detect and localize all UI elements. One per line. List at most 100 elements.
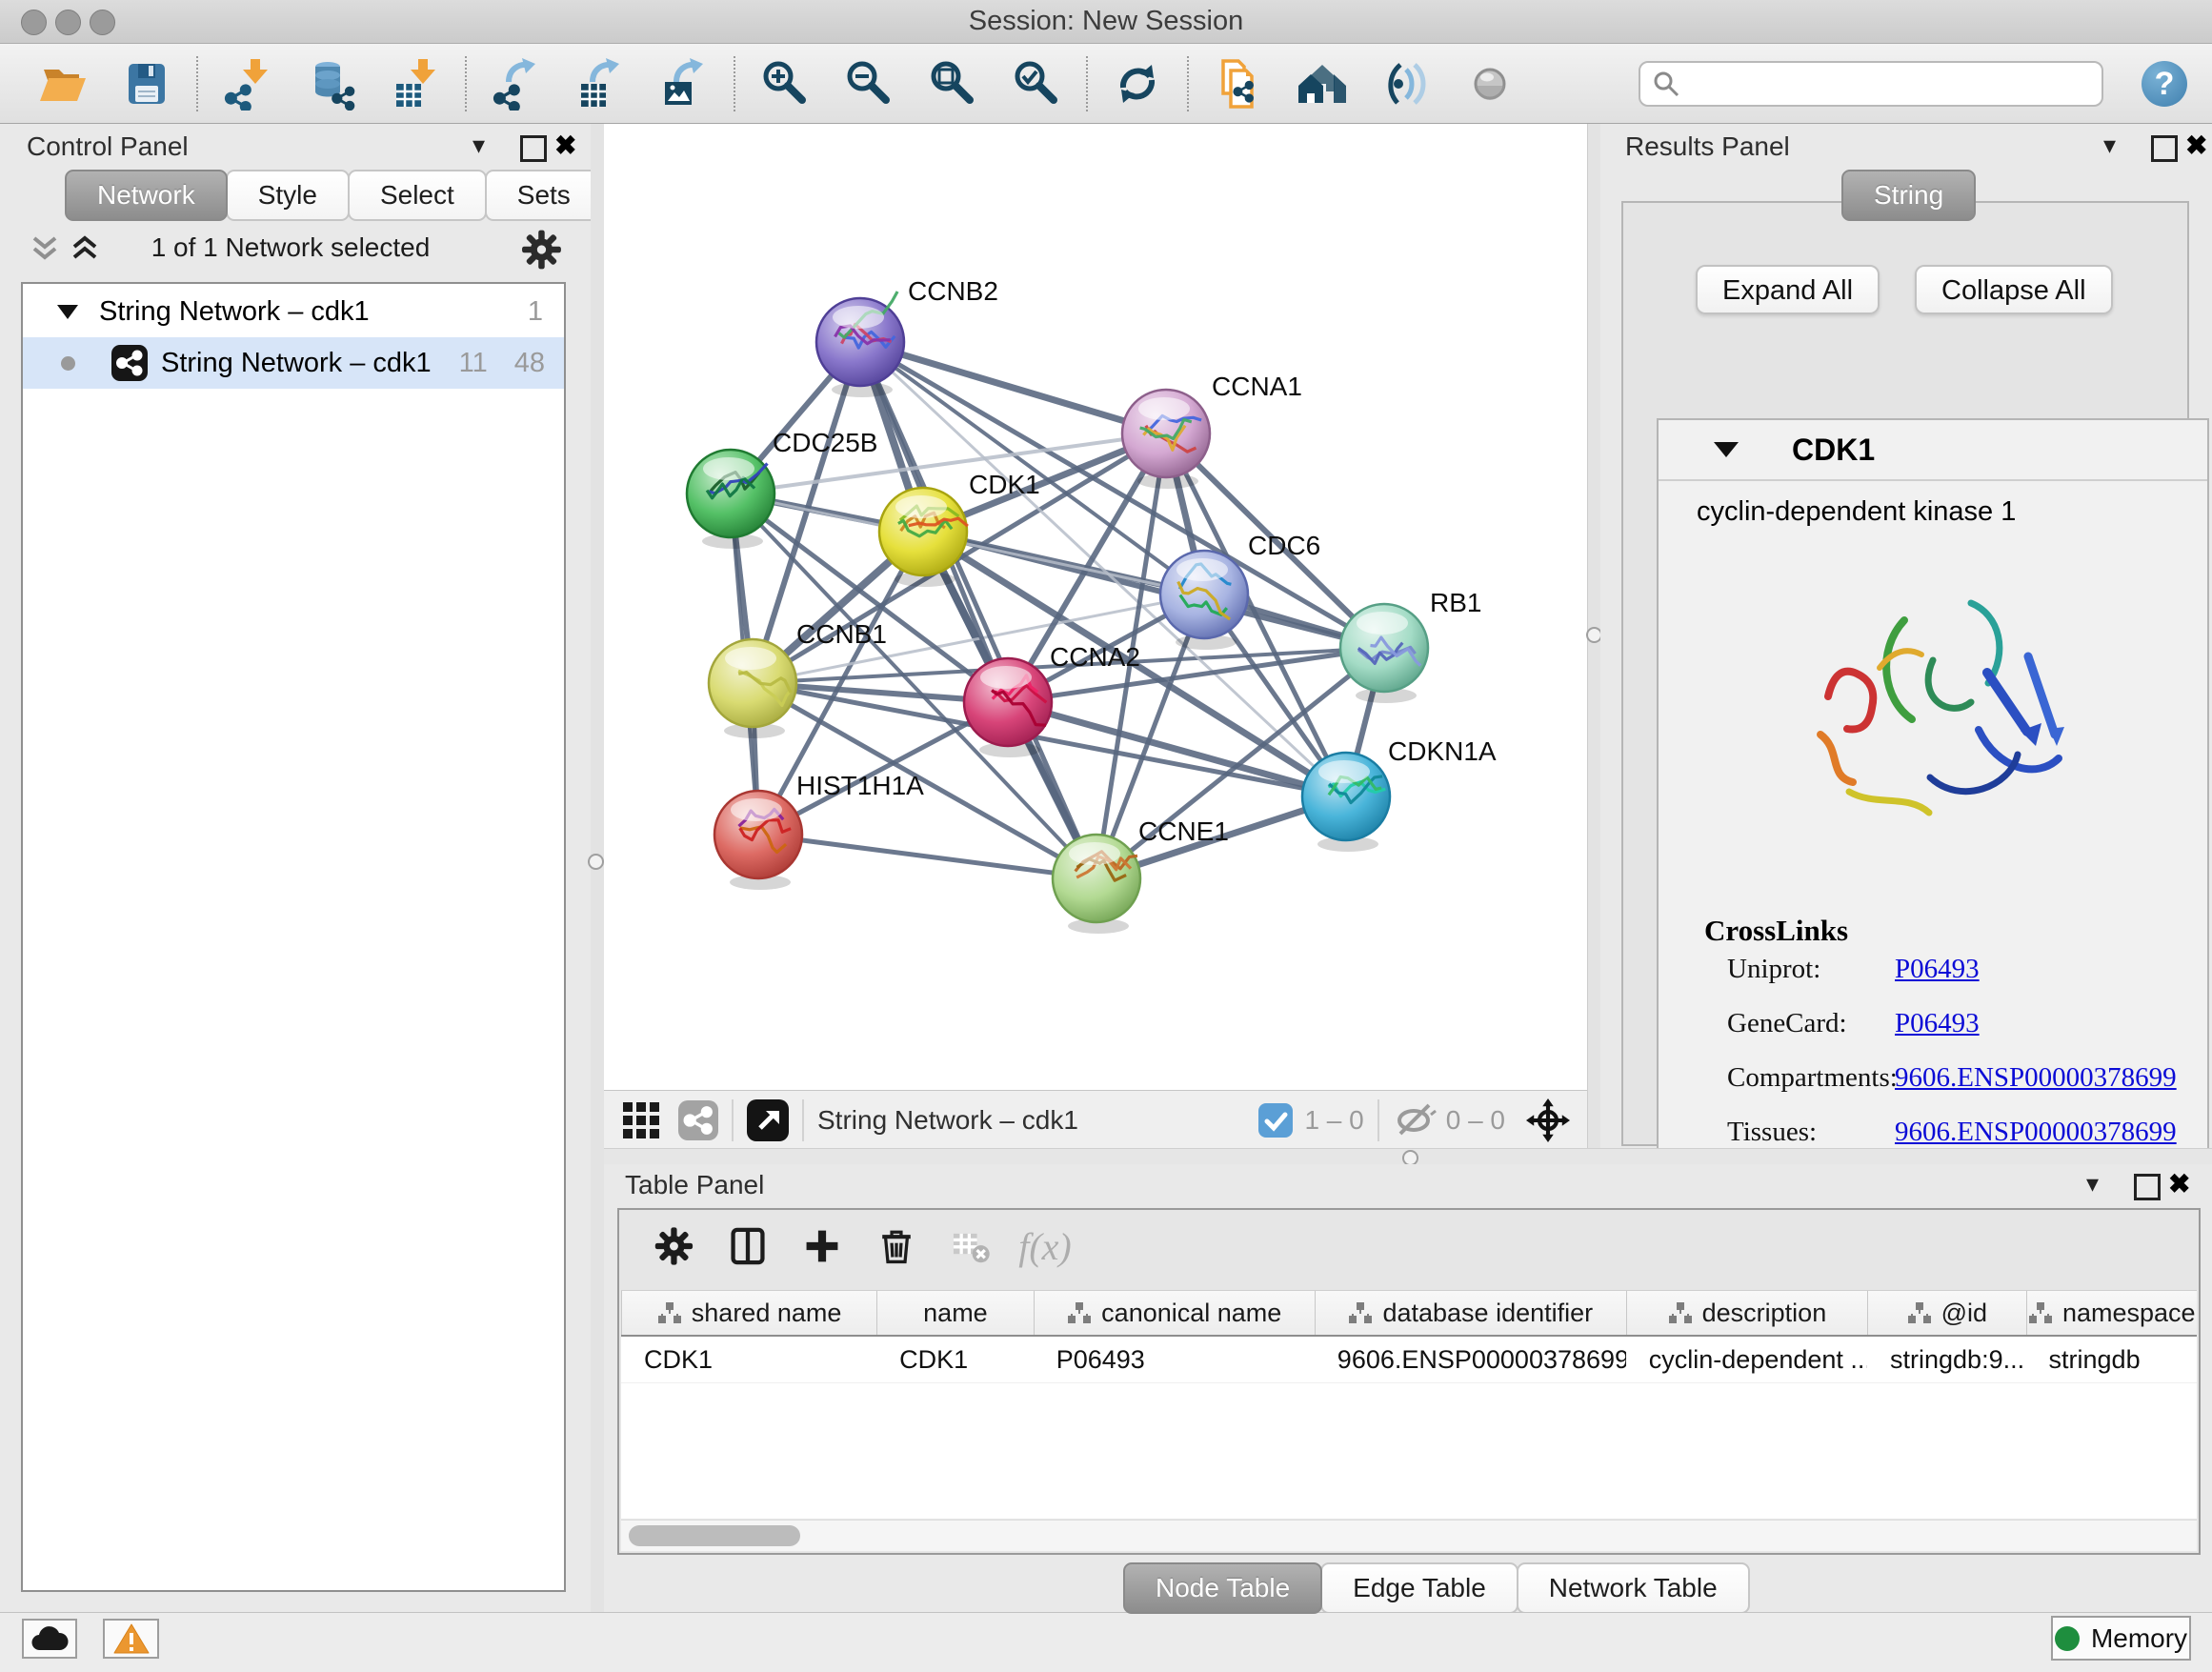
tab-network[interactable]: Network <box>65 170 228 221</box>
clone-network-icon[interactable] <box>1196 53 1280 114</box>
tab-string[interactable]: String <box>1841 170 1976 221</box>
zoom-out-icon[interactable] <box>827 53 911 114</box>
string-badge-icon[interactable] <box>678 1100 718 1140</box>
node-CCNA1[interactable]: CCNA1 <box>1122 372 1302 489</box>
node-CDKN1A[interactable]: CDKN1A <box>1302 736 1497 852</box>
window-title: Session: New Session <box>0 0 2212 43</box>
help-button[interactable]: ? <box>2142 61 2187 107</box>
gene-section-header[interactable]: CDK1 <box>1659 420 2207 481</box>
node-label-RB1: RB1 <box>1430 588 1481 617</box>
cloud-button[interactable] <box>22 1619 77 1659</box>
cell-@id[interactable]: stringdb:9... <box>1867 1337 2026 1382</box>
import-database-icon[interactable] <box>290 53 373 114</box>
crosslink-link[interactable]: 9606.ENSP00000378699 <box>1895 1117 2177 1148</box>
tab-select[interactable]: Select <box>348 170 487 221</box>
cell-description[interactable]: cyclin-dependent ... <box>1626 1337 1867 1382</box>
collection-expand-icon[interactable] <box>57 305 78 319</box>
table-panel-close-icon[interactable]: ✖ <box>2168 1168 2190 1199</box>
results-panel-close-icon[interactable]: ✖ <box>2185 130 2207 161</box>
column-header-shared-name[interactable]: shared name <box>621 1291 876 1335</box>
results-panel-collapse-icon[interactable]: ▾ <box>2103 131 2116 160</box>
results-panel-float-icon[interactable] <box>2151 135 2178 162</box>
table-gear-icon[interactable] <box>636 1218 711 1275</box>
export-network-icon[interactable] <box>474 53 558 114</box>
add-column-icon[interactable] <box>785 1218 859 1275</box>
crosslink-link[interactable]: P06493 <box>1895 1008 1980 1039</box>
hidden-eye-icon[interactable] <box>1393 1101 1437 1139</box>
window-minimize-button[interactable] <box>55 10 81 35</box>
expand-all-icon[interactable] <box>69 231 101 265</box>
first-neighbors-icon[interactable] <box>1280 53 1364 114</box>
crosslink-link[interactable]: P06493 <box>1895 954 1980 985</box>
refresh-icon[interactable] <box>1096 53 1179 114</box>
zoom-in-icon[interactable] <box>743 53 827 114</box>
window-zoom-button[interactable] <box>90 10 115 35</box>
table-row[interactable]: CDK1CDK1P064939606.ENSP00000378699cyclin… <box>621 1337 2197 1383</box>
network-options-gear-icon[interactable] <box>516 225 566 274</box>
column-header-name[interactable]: name <box>876 1291 1034 1335</box>
collapse-all-icon[interactable] <box>29 231 61 265</box>
column-header-namespace[interactable]: namespace <box>2026 1291 2197 1335</box>
import-table-icon[interactable] <box>373 53 457 114</box>
node-CCNB2[interactable]: CCNB2 <box>816 276 998 397</box>
node-CDC6[interactable]: CDC6 <box>1160 531 1320 650</box>
cell-name[interactable]: CDK1 <box>876 1337 1034 1382</box>
export-table-icon[interactable] <box>558 53 642 114</box>
control-panel-close-icon[interactable]: ✖ <box>554 130 576 161</box>
control-panel-float-icon[interactable] <box>520 135 547 162</box>
search-input[interactable] <box>1680 68 2084 99</box>
gene-collapse-icon[interactable] <box>1714 442 1739 457</box>
tab-node-table[interactable]: Node Table <box>1123 1562 1322 1614</box>
save-session-icon[interactable] <box>105 53 189 114</box>
search-box[interactable] <box>1639 61 2103 107</box>
cloud-icon <box>30 1625 69 1652</box>
collapse-all-button[interactable]: Collapse All <box>1915 265 2113 314</box>
import-network-icon[interactable] <box>206 53 290 114</box>
table-hscrollbar[interactable] <box>621 1520 2197 1551</box>
left-splitter-handle[interactable] <box>588 854 604 870</box>
birdseye-icon[interactable] <box>1448 53 1532 114</box>
tab-sets[interactable]: Sets <box>485 170 603 221</box>
column-header-database-identifier[interactable]: database identifier <box>1315 1291 1626 1335</box>
crosslink-link[interactable]: 9606.ENSP00000378699 <box>1895 1062 2177 1094</box>
zoom-selected-icon[interactable] <box>995 53 1078 114</box>
string-network-icon <box>111 345 148 381</box>
expand-all-button[interactable]: Expand All <box>1696 265 1880 314</box>
left-splitter[interactable] <box>591 124 605 1612</box>
right-splitter[interactable] <box>1587 124 1601 1148</box>
tab-edge-table[interactable]: Edge Table <box>1320 1562 1518 1614</box>
birdseye-toggle-icon[interactable] <box>621 1100 661 1140</box>
network-row[interactable]: String Network – cdk1 11 48 <box>23 337 564 389</box>
table-panel-collapse-icon[interactable]: ▾ <box>2086 1169 2099 1199</box>
cell-database-identifier[interactable]: 9606.ENSP00000378699 <box>1315 1337 1626 1382</box>
delete-column-icon[interactable] <box>859 1218 934 1275</box>
column-header-description[interactable]: description <box>1626 1291 1867 1335</box>
crosslinks-title: CrossLinks <box>1704 914 1848 948</box>
table-hscrollbar-thumb[interactable] <box>629 1525 800 1546</box>
fit-selected-crosshair-icon[interactable] <box>1526 1098 1570 1142</box>
node-label-CCNA2: CCNA2 <box>1050 642 1140 672</box>
tab-network-table[interactable]: Network Table <box>1517 1562 1750 1614</box>
zoom-fit-icon[interactable] <box>911 53 995 114</box>
open-session-icon[interactable] <box>21 53 105 114</box>
memory-button[interactable]: Memory <box>2051 1616 2191 1661</box>
node-RB1[interactable]: RB1 <box>1340 588 1481 703</box>
cell-shared-name[interactable]: CDK1 <box>621 1337 876 1382</box>
cell-canonical-name[interactable]: P06493 <box>1034 1337 1315 1382</box>
open-in-window-icon[interactable] <box>747 1099 789 1141</box>
tab-style[interactable]: Style <box>226 170 350 221</box>
graphics-details-icon[interactable] <box>1364 53 1448 114</box>
column-header-@id[interactable]: @id <box>1867 1291 2026 1335</box>
column-header-canonical-name[interactable]: canonical name <box>1034 1291 1315 1335</box>
network-collection-row[interactable]: String Network – cdk1 1 <box>23 286 564 337</box>
network-canvas[interactable]: CCNB2CCNA1CDC25BCDK1CDC6RB1CCNB1CCNA2CDK… <box>604 124 1587 1090</box>
selected-checkbox-icon[interactable] <box>1258 1103 1293 1138</box>
export-image-icon[interactable] <box>642 53 726 114</box>
window-close-button[interactable] <box>21 10 47 35</box>
cell-namespace[interactable]: stringdb <box>2026 1337 2197 1382</box>
table-panel-float-icon[interactable] <box>2134 1174 2161 1200</box>
node-HIST1H1A[interactable]: HIST1H1A <box>714 771 924 890</box>
warnings-button[interactable] <box>103 1619 159 1659</box>
show-columns-icon[interactable] <box>711 1218 785 1275</box>
control-panel-collapse-icon[interactable]: ▾ <box>473 131 485 160</box>
